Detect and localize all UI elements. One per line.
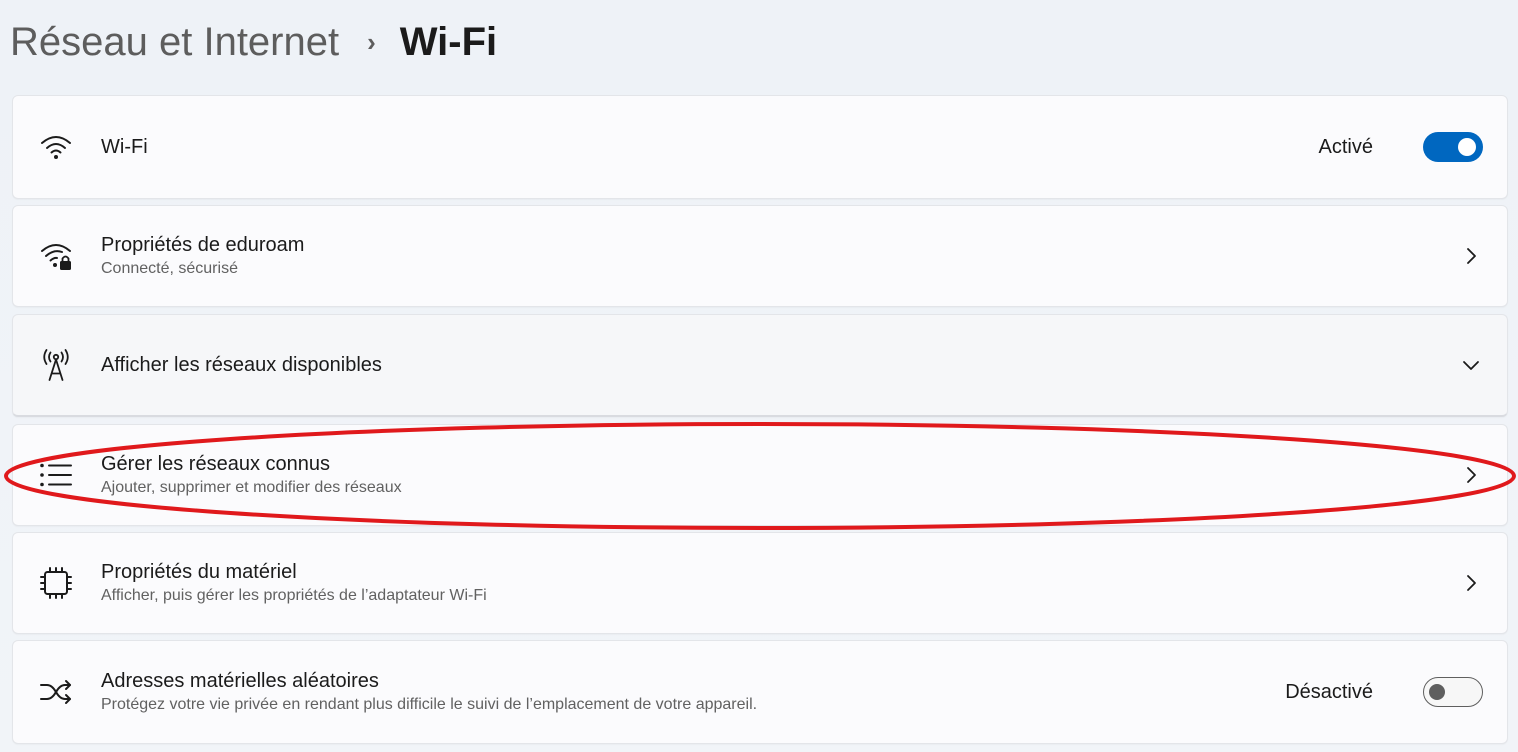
shuffle-icon [39, 675, 73, 709]
chip-icon [39, 566, 73, 600]
wifi-card-text: Wi-Fi [101, 134, 148, 160]
chevron-down-icon [1459, 353, 1483, 377]
random-card-title: Adresses matérielles aléatoires [101, 670, 379, 692]
antenna-icon [39, 348, 73, 382]
hardware-properties-card[interactable]: Propriétés du matériel Afficher, puis gé… [12, 532, 1508, 634]
settings-page: Réseau et Internet › Wi-Fi Wi-Fi Activé [0, 0, 1518, 752]
eduroam-card-title: Propriétés de eduroam [101, 234, 305, 256]
random-addresses-toggle-switch[interactable] [1423, 677, 1483, 707]
breadcrumb-separator-icon: › [367, 27, 376, 57]
hardware-card-controls [1459, 571, 1483, 595]
hardware-card-text: Propriétés du matériel Afficher, puis gé… [101, 559, 487, 607]
known-card-controls [1459, 463, 1483, 487]
toggle-knob [1429, 684, 1445, 700]
random-card-text: Adresses matérielles aléatoires Protégez… [101, 668, 757, 716]
wifi-state-label: Activé [1318, 135, 1373, 158]
chevron-right-icon [1459, 463, 1483, 487]
breadcrumb-parent[interactable]: Réseau et Internet [10, 14, 339, 70]
wifi-card-title: Wi-Fi [101, 136, 148, 158]
wifi-toggle-switch[interactable] [1423, 132, 1483, 162]
wifi-icon [39, 130, 73, 164]
chevron-right-icon [1459, 244, 1483, 268]
eduroam-card-subtitle: Connecté, sécurisé [101, 260, 238, 277]
random-addresses-card[interactable]: Adresses matérielles aléatoires Protégez… [12, 640, 1508, 744]
toggle-knob [1458, 138, 1476, 156]
available-card-text: Afficher les réseaux disponibles [101, 352, 382, 378]
available-networks-expander[interactable]: Afficher les réseaux disponibles [12, 314, 1508, 417]
hardware-card-title: Propriétés du matériel [101, 561, 297, 583]
known-card-text: Gérer les réseaux connus Ajouter, suppri… [101, 451, 402, 499]
eduroam-properties-card[interactable]: Propriétés de eduroam Connecté, sécurisé [12, 205, 1508, 307]
random-state-label: Désactivé [1285, 680, 1373, 703]
wifi-toggle-card[interactable]: Wi-Fi Activé [12, 95, 1508, 199]
page-title: Wi-Fi [399, 20, 498, 64]
wifi-lock-icon [39, 239, 73, 273]
known-card-title: Gérer les réseaux connus [101, 453, 331, 475]
eduroam-card-text: Propriétés de eduroam Connecté, sécurisé [101, 232, 304, 280]
known-networks-card[interactable]: Gérer les réseaux connus Ajouter, suppri… [12, 424, 1508, 526]
available-card-title: Afficher les réseaux disponibles [101, 354, 382, 376]
known-card-subtitle: Ajouter, supprimer et modifier des résea… [101, 479, 402, 496]
chevron-right-icon [1459, 571, 1483, 595]
random-card-controls: Désactivé [1285, 677, 1483, 707]
list-icon [39, 458, 73, 492]
random-card-subtitle: Protégez votre vie privée en rendant plu… [101, 696, 758, 713]
eduroam-card-controls [1459, 244, 1483, 268]
wifi-card-controls: Activé [1319, 132, 1483, 162]
hardware-card-subtitle: Afficher, puis gérer les propriétés de l… [101, 587, 487, 604]
breadcrumb: Réseau et Internet › Wi-Fi [10, 14, 497, 70]
available-card-controls [1459, 353, 1483, 377]
